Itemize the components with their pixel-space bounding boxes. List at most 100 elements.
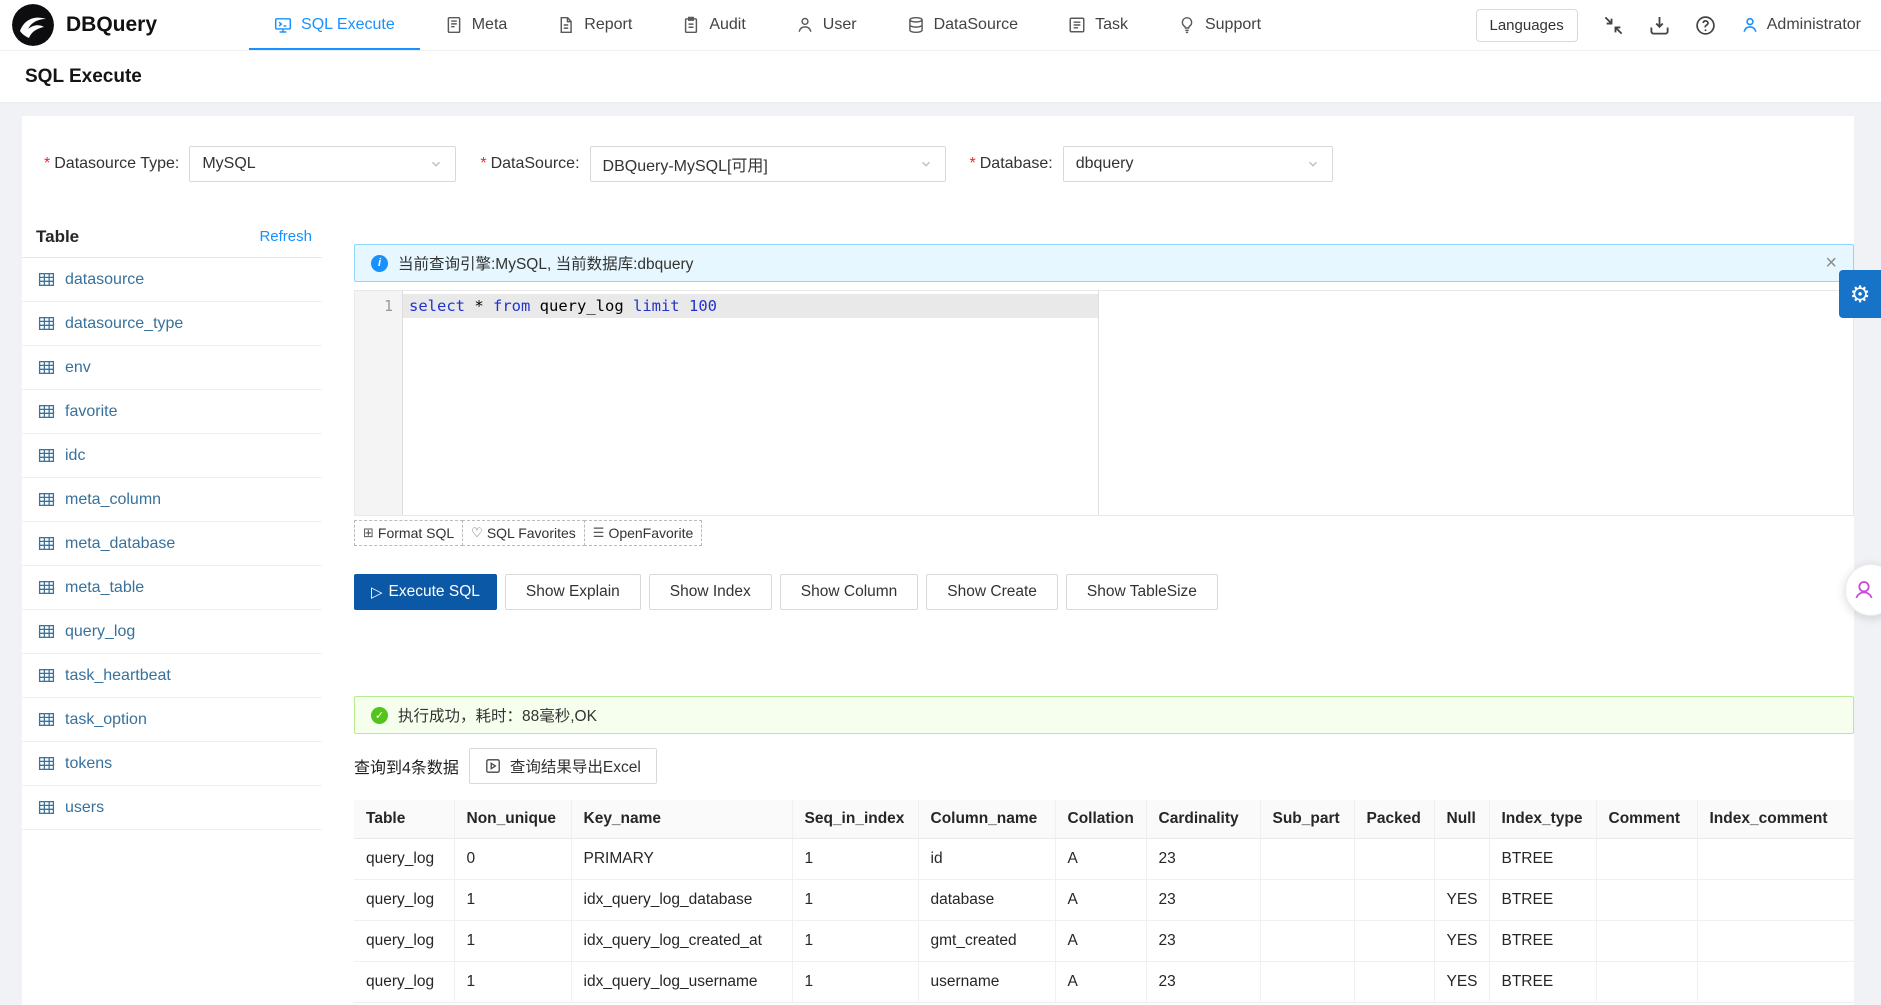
page-title: SQL Execute [25, 65, 142, 87]
column-header-table: Table [354, 800, 455, 839]
datasource-label: * DataSource: [480, 155, 580, 172]
user-menu[interactable]: Administrator [1741, 16, 1861, 34]
table-cell [1596, 838, 1698, 880]
table-name: datasource_type [65, 314, 184, 332]
table-cell: 1 [792, 961, 919, 1003]
table-cell [1697, 838, 1854, 880]
datasource-type-label: * Datasource Type: [44, 155, 180, 172]
help-icon[interactable] [1695, 15, 1716, 36]
close-icon[interactable]: × [1825, 253, 1837, 273]
table-cell: 23 [1146, 961, 1261, 1003]
nav-item-support[interactable]: Support [1153, 0, 1286, 50]
nav-item-label: Meta [471, 16, 508, 33]
show-explain-button[interactable]: Show Explain [504, 574, 641, 610]
table-cell: YES [1434, 879, 1490, 921]
table-cell: id [918, 838, 1056, 880]
export-excel-button[interactable]: 查询结果导出Excel [468, 748, 657, 784]
column-header-column-name: Column_name [918, 800, 1056, 839]
table-icon [38, 755, 55, 772]
table-item-task-option[interactable]: task_option [22, 698, 322, 742]
table-item-env[interactable]: env [22, 346, 322, 390]
top-navbar: DBQuery SQL Execute Meta Report Audit User Da… [0, 0, 1881, 50]
table-cell [1697, 879, 1854, 921]
table-cell: 1 [792, 879, 919, 921]
table-cell: idx_query_log_database [571, 879, 793, 921]
table-cell: database [918, 879, 1056, 921]
table-item-favorite[interactable]: favorite [22, 390, 322, 434]
languages-button[interactable]: Languages [1475, 8, 1578, 42]
column-header-index-comment: Index_comment [1697, 800, 1854, 839]
nav-item-task[interactable]: Task [1043, 0, 1153, 50]
database-select[interactable]: dbquery [1062, 146, 1333, 182]
table-item-task-heartbeat[interactable]: task_heartbeat [22, 654, 322, 698]
table-cell [1596, 920, 1698, 962]
table-name: users [65, 798, 105, 816]
show-tablesize-button[interactable]: Show TableSize [1065, 574, 1218, 610]
datasource-type-select[interactable]: MySQL [189, 146, 457, 182]
table-item-tokens[interactable]: tokens [22, 742, 322, 786]
format-sql-button[interactable]: ⊞ Format SQL [354, 520, 464, 546]
nav-item-datasource[interactable]: DataSource [882, 0, 1044, 50]
nav-item-meta[interactable]: Meta [420, 0, 533, 50]
chevron-down-icon [919, 157, 933, 171]
table-cell: BTREE [1489, 920, 1597, 962]
nav-item-sql-execute[interactable]: SQL Execute [249, 0, 420, 50]
brand: DBQuery [12, 4, 157, 46]
execute-sql-button[interactable]: ▷ Execute SQL [354, 574, 497, 610]
table-panel-title: Table [36, 226, 80, 246]
table-cell: 23 [1146, 920, 1261, 962]
nav-item-label: Task [1095, 16, 1128, 33]
table-item-datasource-type[interactable]: datasource_type [22, 302, 322, 346]
column-header-non-unique: Non_unique [454, 800, 572, 839]
table-item-idc[interactable]: idc [22, 434, 322, 478]
editor-empty-pane [1099, 291, 1853, 515]
data-export-icon[interactable] [1649, 15, 1670, 36]
table-cell: query_log [354, 838, 455, 880]
user-icon [796, 16, 814, 34]
sql-editor: 1 select * from query_log limit 100 [354, 290, 1854, 516]
openfavorite-button[interactable]: ☰ OpenFavorite [583, 520, 703, 546]
column-header-collation: Collation [1055, 800, 1147, 839]
column-header-key-name: Key_name [571, 800, 793, 839]
show-index-button[interactable]: Show Index [648, 574, 772, 610]
export-excel-icon [486, 759, 500, 773]
required-asterisk: * [969, 155, 976, 172]
code-area[interactable]: select * from query_log limit 100 [403, 291, 1098, 515]
nav-item-audit[interactable]: Audit [657, 0, 770, 50]
show-create-button[interactable]: Show Create [926, 574, 1058, 610]
heart-icon: ♡ [471, 525, 483, 540]
table-cell: BTREE [1489, 838, 1597, 880]
table-row: query_log 1 idx_query_log_created_at 1 gmt_c… [354, 920, 1854, 962]
play-icon: ▷ [371, 584, 383, 601]
settings-button[interactable]: ⚙ [1839, 270, 1881, 318]
table-panel-header: Table Refresh [22, 216, 322, 258]
table-icon [38, 623, 55, 640]
table-cell: query_log [354, 879, 455, 921]
table-item-query-log[interactable]: query_log [22, 610, 322, 654]
table-icon [38, 315, 55, 332]
compress-icon[interactable] [1603, 15, 1624, 36]
table-item-datasource[interactable]: datasource [22, 258, 322, 302]
table-item-users[interactable]: users [22, 786, 322, 830]
nav-item-report[interactable]: Report [532, 0, 657, 50]
chevron-down-icon [429, 157, 443, 171]
result-table-header-row: Table Non_unique Key_name Seq_in_index Colum… [354, 800, 1854, 839]
datasource-select[interactable]: DBQuery-MySQL[可用] [589, 146, 946, 182]
nav-item-label: Report [584, 16, 633, 33]
show-column-button[interactable]: Show Column [779, 574, 919, 610]
table-name: task_option [65, 710, 147, 728]
table-icon [38, 491, 55, 508]
table-item-meta-table[interactable]: meta_table [22, 566, 322, 610]
sql-favorites-button[interactable]: ♡ SQL Favorites [462, 520, 585, 546]
table-cell: idx_query_log_created_at [571, 920, 793, 962]
table-cell: A [1055, 879, 1147, 921]
table-cell [1260, 879, 1355, 921]
table-cell: YES [1434, 920, 1490, 962]
result-table-wrap: Table Non_unique Key_name Seq_in_index Colum… [354, 800, 1854, 1003]
nav-item-user[interactable]: User [771, 0, 882, 50]
database-value: dbquery [1075, 155, 1134, 172]
nav-item-label: DataSource [933, 16, 1019, 33]
refresh-link[interactable]: Refresh [259, 228, 312, 245]
table-item-meta-column[interactable]: meta_column [22, 478, 322, 522]
table-item-meta-database[interactable]: meta_database [22, 522, 322, 566]
